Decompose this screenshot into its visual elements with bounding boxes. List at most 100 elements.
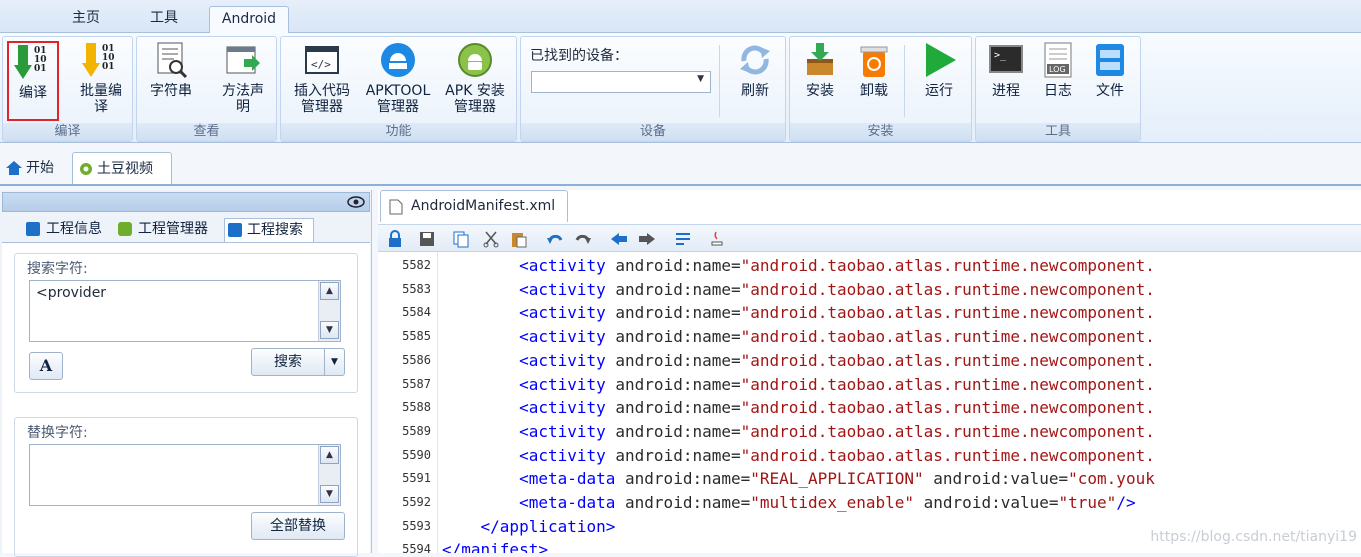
- file-button[interactable]: 文件: [1084, 41, 1136, 99]
- font-icon: A: [39, 356, 53, 375]
- apk-install-manager-label: APK 安装 管理器: [445, 83, 505, 115]
- code-value: "multidex_enable": [750, 493, 915, 512]
- uninstall-button[interactable]: 卸载: [848, 41, 900, 99]
- copy-icon[interactable]: [452, 230, 470, 248]
- code-attribute: android:value=: [923, 469, 1069, 489]
- replace-label: 替换字符:: [27, 422, 88, 442]
- save-icon[interactable]: [418, 230, 436, 248]
- apktool-manager-button[interactable]: APKTOOL 管理器: [361, 41, 435, 115]
- left-panel: 工程信息 工程管理器 工程搜索 搜索字符: <provider ▲ ▼ A 搜索…: [0, 190, 372, 557]
- batch-compile-button[interactable]: 01 10 01 批量编 译: [73, 41, 129, 115]
- strings-icon: [157, 42, 188, 79]
- code-attribute: android:name=: [605, 421, 741, 441]
- group-tools-label: 工具: [976, 123, 1140, 141]
- apk-install-manager-button[interactable]: APK 安装 管理器: [437, 41, 513, 115]
- tab-project-manager[interactable]: 工程管理器: [116, 218, 220, 242]
- code-value: "android.taobao.atlas.runtime.newcompone…: [740, 398, 1155, 418]
- cut-icon[interactable]: [482, 230, 500, 248]
- code-attribute: android:value=: [914, 493, 1059, 512]
- scroll-up-icon[interactable]: ▲: [320, 446, 339, 464]
- chevron-down-icon[interactable]: ▼: [324, 349, 344, 375]
- log-icon: LOG: [1044, 42, 1072, 78]
- tab-android[interactable]: Android: [209, 6, 289, 34]
- search-fieldset: 搜索字符: <provider ▲ ▼ A 搜索 ▼: [14, 253, 358, 393]
- apktool-manager-label: APKTOOL 管理器: [365, 83, 431, 115]
- group-view-label: 查看: [137, 123, 276, 141]
- tab-home[interactable]: 主页: [56, 6, 116, 33]
- svg-text:>_: >_: [994, 50, 1007, 61]
- lock-icon[interactable]: [386, 230, 404, 248]
- device-select[interactable]: ▼: [531, 71, 711, 93]
- code-line: <activity android:name="android.taobao.a…: [442, 254, 1155, 277]
- search-input-scrollbar[interactable]: ▲ ▼: [318, 281, 340, 341]
- document-tab-bar: 开始 土豆视频: [0, 150, 1361, 186]
- tab-project-info[interactable]: 工程信息: [24, 218, 110, 242]
- editor-toolbar: [378, 224, 1361, 252]
- scroll-down-icon[interactable]: ▼: [320, 485, 339, 503]
- panel-title-bar: [2, 192, 370, 212]
- tab-androidmanifest-label: AndroidManifest.xml: [411, 198, 556, 214]
- line-number: 5589: [402, 423, 431, 438]
- code-tag: <activity: [519, 398, 606, 418]
- replace-all-button[interactable]: 全部替换: [251, 512, 345, 540]
- insert-code-manager-button[interactable]: </> 插入代码 管理器: [285, 41, 359, 115]
- install-button[interactable]: 安装: [794, 41, 846, 99]
- process-button[interactable]: >_ 进程: [980, 41, 1032, 99]
- line-number: 5584: [402, 305, 431, 320]
- run-button[interactable]: 运行: [912, 41, 966, 99]
- process-label: 进程: [992, 83, 1020, 99]
- arrow-left-icon[interactable]: [610, 230, 628, 248]
- group-function-label: 功能: [281, 123, 516, 141]
- code-tag: <meta-data: [519, 469, 616, 489]
- code-editor: AndroidManifest.xml 5582 5583 5584 5585 5586…: [378, 190, 1361, 557]
- undo-icon[interactable]: [546, 230, 564, 248]
- line-number: 5587: [402, 376, 431, 391]
- method-declaration-button[interactable]: 方法声 明: [213, 41, 273, 115]
- search-button[interactable]: 搜索 ▼: [251, 348, 345, 376]
- search-input[interactable]: <provider ▲ ▼: [29, 280, 341, 342]
- group-compile: 01 10 01 编译 01 10 01 批量编 译 编译: [2, 36, 133, 142]
- tab-project-manager-label: 工程管理器: [138, 221, 208, 237]
- replace-input[interactable]: ▲ ▼: [29, 444, 341, 506]
- panel-tabs: 工程信息 工程管理器 工程搜索: [0, 216, 372, 242]
- word-wrap-icon[interactable]: [674, 230, 692, 248]
- redo-icon[interactable]: [574, 230, 592, 248]
- code-attribute: android:name=: [615, 469, 751, 489]
- code-area[interactable]: <activity android:name= "android.taobao.a…: [442, 252, 1361, 553]
- tab-tudou-video[interactable]: 土豆视频: [72, 152, 172, 184]
- watermark: https://blog.csdn.net/tianyi19: [1150, 529, 1357, 545]
- strings-button[interactable]: 字符串: [141, 41, 201, 99]
- install-label: 安装: [806, 83, 834, 99]
- code-line: <meta-data android:name="multidex_enable…: [442, 491, 1136, 514]
- eye-icon[interactable]: [347, 196, 365, 208]
- tab-start[interactable]: 开始: [2, 152, 66, 184]
- svg-text:01: 01: [34, 64, 47, 74]
- tab-androidmanifest[interactable]: AndroidManifest.xml: [380, 190, 568, 222]
- android-icon: [118, 222, 132, 236]
- group-device: 已找到的设备： ▼ 刷新 设备: [520, 36, 786, 142]
- arrow-right-icon[interactable]: [638, 230, 656, 248]
- tab-tools[interactable]: 工具: [134, 6, 194, 33]
- tab-project-search[interactable]: 工程搜索: [224, 218, 314, 242]
- compile-button[interactable]: 01 10 01 编译: [7, 41, 59, 121]
- line-number: 5594: [402, 542, 431, 557]
- refresh-label: 刷新: [741, 83, 769, 99]
- group-function: </> 插入代码 管理器 APKTOOL 管理器 APK 安装 管理器 功能: [280, 36, 517, 142]
- log-button[interactable]: LOG 日志: [1032, 41, 1084, 99]
- java-icon[interactable]: [708, 230, 726, 248]
- code-value: "android.taobao.atlas.runtime.newcompone…: [740, 303, 1155, 323]
- code-line: <activity android:name="android.taobao.a…: [442, 301, 1155, 324]
- code-tag: <meta-data: [519, 493, 616, 512]
- compile-icon: 01 10 01: [14, 45, 47, 79]
- method-declaration-icon: [226, 46, 260, 74]
- scroll-up-icon[interactable]: ▲: [320, 282, 339, 300]
- refresh-button[interactable]: 刷新: [727, 41, 783, 99]
- code-attribute: android:name=: [605, 327, 741, 347]
- font-style-button[interactable]: A: [29, 352, 63, 380]
- separator: [719, 45, 720, 117]
- scroll-down-icon[interactable]: ▼: [320, 321, 339, 339]
- paste-icon[interactable]: [510, 230, 528, 248]
- file-label: 文件: [1096, 83, 1124, 99]
- replace-input-scrollbar[interactable]: ▲ ▼: [318, 445, 340, 505]
- line-number: 5592: [402, 495, 431, 509]
